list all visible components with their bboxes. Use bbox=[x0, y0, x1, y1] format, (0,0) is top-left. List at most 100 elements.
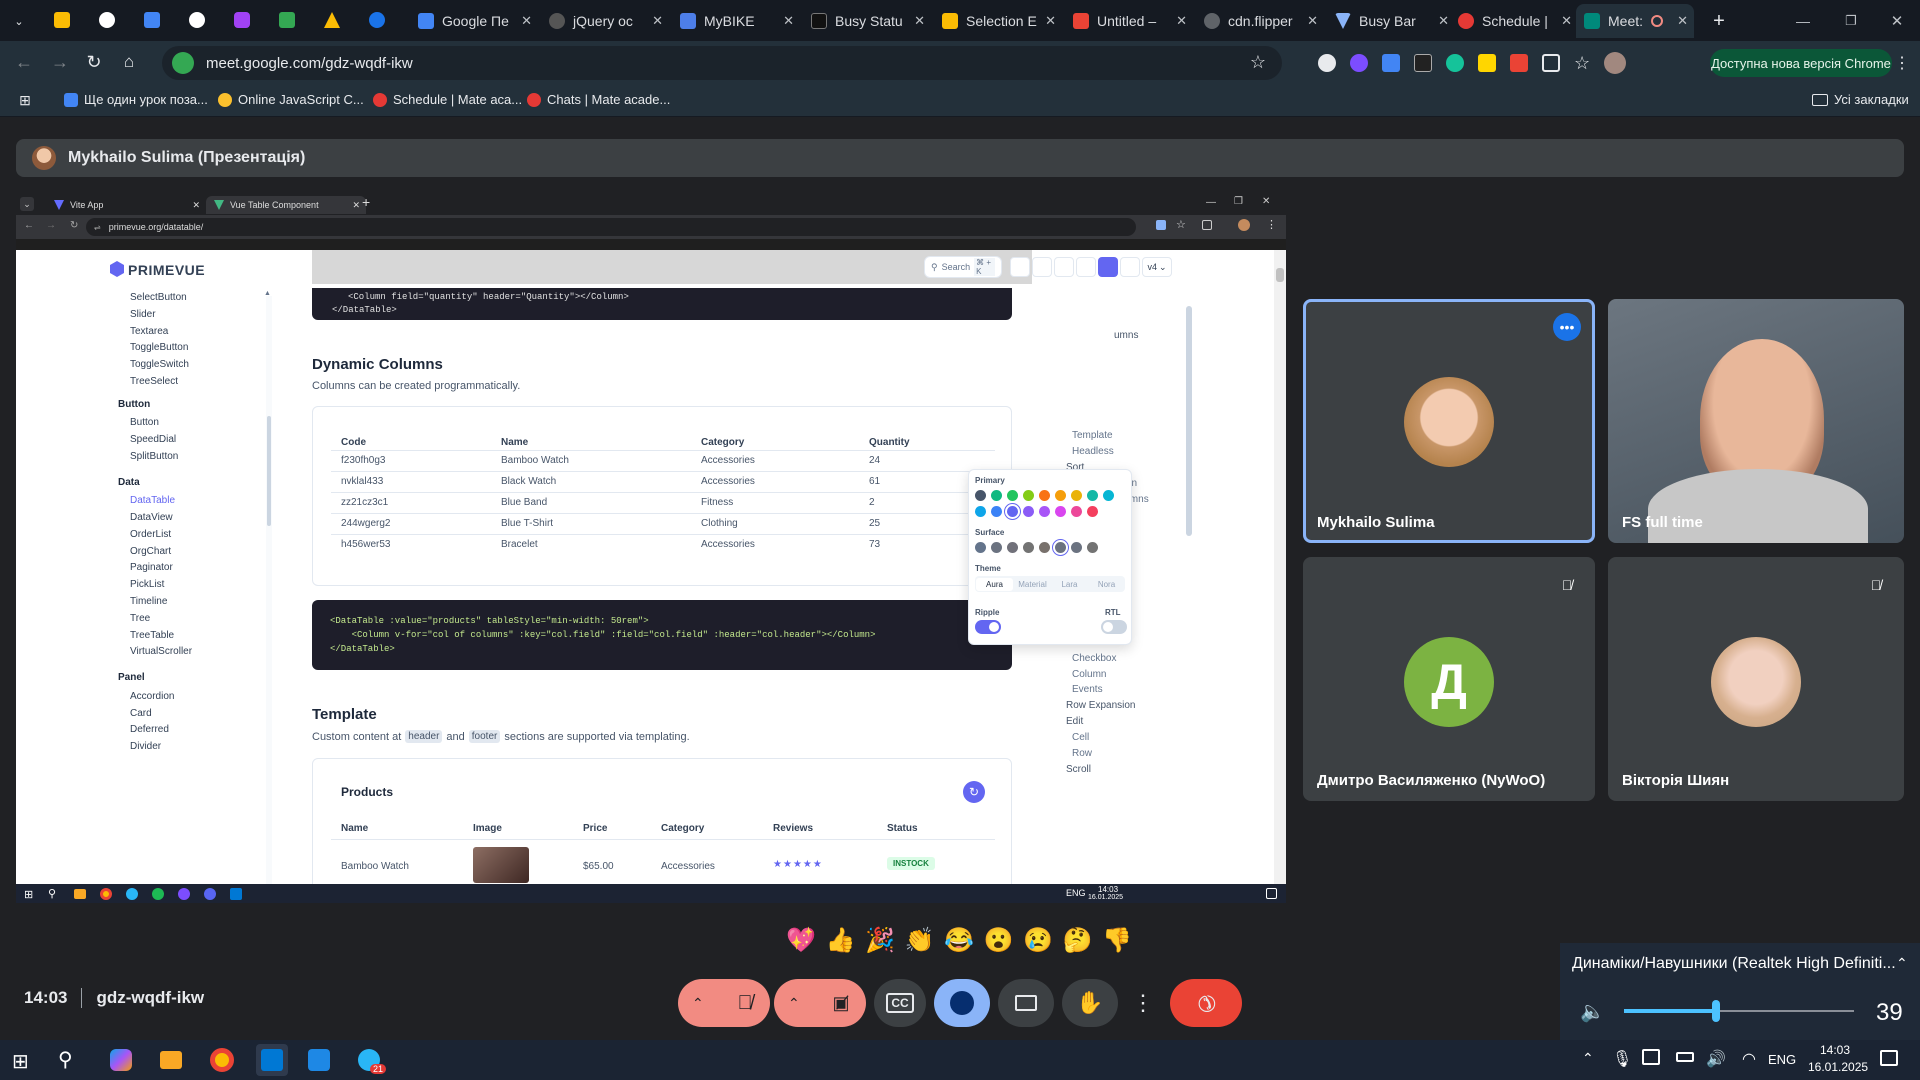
reaction-emoji[interactable]: 🤔 bbox=[1063, 926, 1093, 955]
participant-tile[interactable]: 🎙̸ Вікторія Шиян bbox=[1608, 557, 1904, 801]
sidebar-item[interactable]: VirtualScroller bbox=[130, 646, 192, 657]
reaction-emoji[interactable]: 😂 bbox=[944, 926, 974, 955]
extension-icon[interactable] bbox=[1478, 54, 1496, 72]
raise-hand-button[interactable]: ✋ bbox=[1062, 979, 1118, 1027]
extension-icon[interactable] bbox=[1350, 54, 1368, 72]
theme-option-aura[interactable]: Aura bbox=[976, 577, 1013, 591]
notifications-icon[interactable] bbox=[1266, 888, 1277, 899]
sidebar-item[interactable]: DataView bbox=[130, 512, 173, 523]
url-text[interactable]: meet.google.com/gdz-wqdf-ikw bbox=[206, 55, 413, 72]
sidebar-item[interactable]: SpeedDial bbox=[130, 434, 176, 445]
pinned-tab-icon[interactable] bbox=[279, 12, 295, 28]
sidebar-item[interactable]: Divider bbox=[130, 741, 161, 752]
primary-color-swatch[interactable] bbox=[1023, 506, 1034, 517]
forum-icon[interactable] bbox=[1054, 257, 1074, 277]
speaker-icon[interactable]: 🔈 bbox=[1580, 999, 1605, 1024]
search-icon[interactable]: ⚲ bbox=[58, 1047, 73, 1072]
surface-color-swatch[interactable] bbox=[1087, 542, 1098, 553]
notifications-icon[interactable] bbox=[1880, 1050, 1898, 1066]
toc-item[interactable]: Template bbox=[1072, 430, 1113, 441]
more-options-icon[interactable]: ••• bbox=[1553, 313, 1581, 341]
surface-color-swatch[interactable] bbox=[1039, 542, 1050, 553]
microphone-icon[interactable]: 🎙 bbox=[1612, 1049, 1632, 1069]
sidebar-item[interactable]: Accordion bbox=[130, 691, 174, 702]
forward-icon[interactable]: → bbox=[46, 220, 56, 231]
pinned-tab-icon[interactable] bbox=[54, 12, 70, 28]
sidebar-item[interactable]: OrgChart bbox=[130, 546, 171, 557]
pinned-tab-icon[interactable] bbox=[144, 12, 160, 28]
primary-color-swatch[interactable] bbox=[1087, 506, 1098, 517]
clock-date[interactable]: 16.01.2025 bbox=[1088, 894, 1123, 901]
battery-icon[interactable] bbox=[1676, 1052, 1694, 1062]
toc-item[interactable]: Column bbox=[1072, 669, 1106, 680]
participant-tile-active[interactable]: ••• Mykhailo Sulima bbox=[1303, 299, 1595, 543]
toc-item[interactable]: Row Expansion bbox=[1066, 700, 1135, 711]
extension-icon[interactable] bbox=[1318, 54, 1336, 72]
sidebar-item[interactable]: TreeTable bbox=[130, 630, 174, 641]
version-dropdown[interactable]: v4 ⌄ bbox=[1142, 257, 1172, 277]
sidebar-item[interactable]: OrderList bbox=[130, 529, 171, 540]
primary-color-swatch[interactable] bbox=[1007, 506, 1018, 517]
volume-icon[interactable]: 🔊 bbox=[1706, 1049, 1726, 1069]
bookmarks-star-icon[interactable]: ☆ bbox=[1574, 53, 1590, 74]
primary-color-swatch[interactable] bbox=[975, 490, 986, 501]
restore-icon[interactable]: ❐ bbox=[1838, 8, 1864, 34]
primary-color-swatch[interactable] bbox=[1055, 490, 1066, 501]
present-button[interactable] bbox=[998, 979, 1054, 1027]
sidebar-item[interactable]: ToggleSwitch bbox=[130, 359, 189, 370]
primary-color-swatch[interactable] bbox=[991, 490, 1002, 501]
leave-call-button[interactable]: ✆ bbox=[1170, 979, 1242, 1027]
browser-tab[interactable]: Schedule | ✕ bbox=[1450, 4, 1578, 38]
chrome-update-button[interactable]: Доступна нова версія Chrome bbox=[1710, 49, 1892, 77]
reload-icon[interactable]: ↻ bbox=[70, 220, 78, 231]
language-indicator[interactable]: ENG bbox=[1768, 1052, 1796, 1067]
sidebar-item[interactable]: ToggleButton bbox=[130, 342, 188, 353]
primary-color-swatch[interactable] bbox=[1103, 490, 1114, 501]
minimize-icon[interactable]: — bbox=[1790, 8, 1816, 34]
close-icon[interactable]: ✕ bbox=[1307, 13, 1318, 29]
palette-icon[interactable] bbox=[1098, 257, 1118, 277]
bookmark-item[interactable]: Chats | Mate acade... bbox=[527, 92, 670, 107]
bookmark-star-icon[interactable]: ☆ bbox=[1176, 218, 1186, 231]
close-icon[interactable]: ✕ bbox=[352, 200, 360, 211]
camera-off-icon[interactable]: ▣̸ bbox=[818, 980, 864, 1026]
file-explorer-icon[interactable] bbox=[74, 889, 86, 899]
app-icon[interactable] bbox=[178, 888, 190, 900]
new-tab-icon[interactable]: + bbox=[362, 194, 370, 210]
primevue-logo-icon[interactable] bbox=[110, 261, 124, 277]
primary-color-swatch[interactable] bbox=[1071, 506, 1082, 517]
pinned-tab-icon[interactable] bbox=[369, 12, 385, 28]
close-icon[interactable]: ✕ bbox=[1561, 13, 1572, 29]
all-bookmarks[interactable]: Усі закладки bbox=[1812, 92, 1909, 107]
browser-tab[interactable]: Busy Statu ✕ bbox=[803, 4, 931, 38]
close-icon[interactable]: ✕ bbox=[521, 13, 532, 29]
telegram-icon[interactable] bbox=[126, 888, 138, 900]
browser-tab[interactable]: cdn.flipper ✕ bbox=[1196, 4, 1324, 38]
close-icon[interactable]: ✕ bbox=[1438, 13, 1449, 29]
pinned-tab-icon[interactable] bbox=[99, 12, 115, 28]
participant-tile-video[interactable]: FS full time bbox=[1608, 299, 1904, 543]
toc-item[interactable]: Events bbox=[1072, 684, 1103, 695]
discord-icon[interactable] bbox=[204, 888, 216, 900]
extension-icon[interactable] bbox=[1414, 54, 1432, 72]
grammarly-icon[interactable] bbox=[1446, 54, 1464, 72]
theme-option-nora[interactable]: Nora bbox=[1088, 580, 1125, 589]
inner-tab-active[interactable]: Vue Table Component ✕ bbox=[206, 196, 366, 214]
bookmark-item[interactable]: Schedule | Mate aca... bbox=[373, 92, 522, 107]
translate-icon[interactable] bbox=[1156, 220, 1166, 230]
refresh-button[interactable]: ↻ bbox=[963, 781, 985, 803]
volume-slider-thumb[interactable] bbox=[1712, 1000, 1720, 1022]
chevron-up-icon[interactable]: ⌃ bbox=[1582, 1050, 1594, 1067]
wifi-icon[interactable]: ◠ bbox=[1742, 1049, 1756, 1069]
reload-icon[interactable]: ↻ bbox=[82, 50, 106, 74]
close-icon[interactable]: ✕ bbox=[783, 13, 794, 29]
theme-option-material[interactable]: Material bbox=[1014, 580, 1051, 589]
discord-icon[interactable] bbox=[1032, 257, 1052, 277]
restore-icon[interactable]: ❐ bbox=[1234, 196, 1243, 207]
home-icon[interactable]: ⌂ bbox=[117, 50, 141, 74]
toc-item[interactable]: Scroll bbox=[1066, 764, 1091, 775]
surface-color-swatch[interactable] bbox=[975, 542, 986, 553]
github-icon[interactable] bbox=[1010, 257, 1030, 277]
sidebar-item[interactable]: Tree bbox=[130, 613, 150, 624]
settings-icon[interactable] bbox=[1120, 257, 1140, 277]
